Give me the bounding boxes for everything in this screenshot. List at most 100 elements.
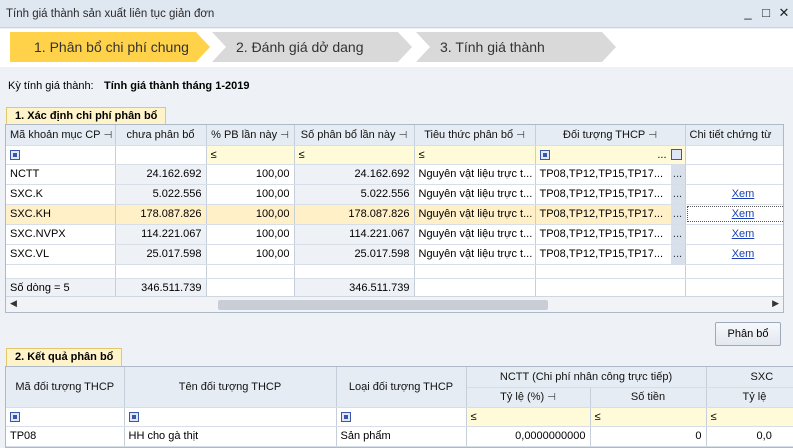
cell-rate[interactable]: 0,0000000000	[466, 426, 591, 447]
horizontal-scrollbar[interactable]: ◀ ▶	[6, 296, 783, 312]
filter-cell[interactable]	[6, 407, 125, 427]
allocation-result-grid[interactable]: Mã đối tượng THCP Tên đối tượng THCP Loạ…	[5, 366, 793, 448]
cell-amount: 5.022.556	[294, 184, 415, 205]
cell-criteria[interactable]: Nguyên vật liệu trực t...	[414, 244, 536, 265]
table-row[interactable]: SXC.K 5.022.556 100,00 5.022.556 Nguyên …	[6, 184, 783, 205]
step-calculate-cost[interactable]: 3. Tính giá thành	[416, 32, 616, 62]
col-header-group-sxc[interactable]: SXC	[706, 367, 793, 388]
filter-icon[interactable]	[10, 411, 20, 422]
cell-criteria[interactable]: Nguyên vật liệu trực t...	[414, 164, 536, 185]
cell-criteria[interactable]: Nguyên vật liệu trực t...	[414, 204, 536, 225]
filter-icon[interactable]	[128, 411, 139, 422]
cell-amount: 114.221.067	[294, 224, 415, 245]
cell-percent[interactable]: 100,00	[206, 204, 295, 225]
cell-objects[interactable]: TP08,TP12,TP15,TP17......	[535, 184, 686, 205]
clear-filter-icon[interactable]	[670, 148, 682, 160]
filter-cell[interactable]	[685, 145, 783, 165]
table-row[interactable]: TP08 HH cho gà thịt Sản phẩm 0,000000000…	[6, 426, 793, 447]
more-button[interactable]: ...	[670, 224, 684, 243]
cell-code: SXC.K	[6, 184, 116, 205]
filter-cell[interactable]	[115, 145, 207, 165]
cell-amount: 24.162.692	[294, 164, 415, 185]
cell-rate-2[interactable]: 0,0	[706, 426, 793, 447]
more-icon[interactable]: ...	[657, 149, 666, 161]
col-header-voucher-detail[interactable]: Chi tiết chứng từ	[685, 125, 783, 146]
cell-objects[interactable]: TP08,TP12,TP15,TP17......	[535, 204, 686, 225]
step-allocate-overhead[interactable]: 1. Phân bổ chi phí chung	[10, 32, 210, 62]
cell-percent[interactable]: 100,00	[206, 244, 295, 265]
cell-amount[interactable]: 0	[590, 426, 707, 447]
pin-icon[interactable]: ⊣	[547, 392, 556, 403]
close-button[interactable]: ✕	[775, 4, 793, 22]
more-button[interactable]: ...	[670, 204, 684, 223]
cell-percent[interactable]: 100,00	[206, 224, 295, 245]
summary-row: Số dòng = 5 346.511.739 346.511.739	[6, 277, 783, 299]
col-header-amount[interactable]: Số phân bổ lần này ⊣	[294, 125, 415, 146]
col-header-criteria[interactable]: Tiêu thức phân bổ ⊣	[414, 125, 536, 146]
cell-link[interactable]	[685, 164, 783, 185]
pin-icon[interactable]: ⊣	[399, 130, 408, 141]
view-link[interactable]: Xem	[685, 224, 783, 245]
step-label: 2. Đánh giá dở dang	[236, 39, 364, 55]
filter-cell[interactable]: ≤	[706, 407, 793, 427]
cell-percent[interactable]: 100,00	[206, 184, 295, 205]
filter-cell[interactable]	[124, 407, 337, 427]
filter-icon[interactable]	[539, 149, 550, 160]
step-label: 3. Tính giá thành	[440, 39, 545, 55]
filter-cell[interactable]	[6, 145, 116, 165]
scroll-left-icon[interactable]: ◀	[10, 298, 17, 309]
view-link[interactable]: Xem	[685, 184, 783, 205]
col-header-object-type[interactable]: Loại đối tượng THCP	[336, 367, 467, 408]
filter-row: ≤ ≤ ≤ ...	[6, 145, 783, 165]
allocate-button[interactable]: Phân bổ	[715, 322, 781, 346]
filter-icon[interactable]	[10, 149, 20, 160]
filter-cell[interactable]	[336, 407, 467, 427]
table-row[interactable]: SXC.NVPX 114.221.067 100,00 114.221.067 …	[6, 224, 783, 245]
filter-icon[interactable]	[340, 411, 351, 422]
step-evaluate-wip[interactable]: 2. Đánh giá dở dang	[212, 32, 412, 62]
more-button[interactable]: ...	[670, 184, 684, 203]
table-row-selected[interactable]: SXC.KH 178.087.826 100,00 178.087.826 Ng…	[6, 204, 783, 225]
cell-amount: 25.017.598	[294, 244, 415, 265]
minimize-button[interactable]: _	[739, 4, 757, 22]
col-header-object-code[interactable]: Mã đối tượng THCP	[6, 367, 125, 408]
filter-cell[interactable]: ...	[535, 145, 686, 165]
col-header-group-nctt[interactable]: NCTT (Chi phí nhân công trực tiếp)	[466, 367, 707, 388]
col-header-unallocated[interactable]: chưa phân bổ	[115, 125, 207, 146]
total-unallocated: 346.511.739	[115, 277, 207, 299]
cell-objects[interactable]: TP08,TP12,TP15,TP17......	[535, 244, 686, 265]
pin-icon[interactable]: ⊣	[648, 130, 657, 141]
view-link[interactable]: Xem	[685, 204, 783, 225]
cost-allocation-table: Mã khoản mục CP ⊣ chưa phân bổ % PB lần n…	[6, 125, 783, 299]
cell-unallocated: 178.087.826	[115, 204, 207, 225]
cell-objects[interactable]: TP08,TP12,TP15,TP17......	[535, 164, 686, 185]
cell-objects[interactable]: TP08,TP12,TP15,TP17......	[535, 224, 686, 245]
filter-cell[interactable]: ≤	[590, 407, 707, 427]
cell-percent[interactable]: 100,00	[206, 164, 295, 185]
filter-cell[interactable]: ≤	[206, 145, 295, 165]
col-header-percent[interactable]: % PB lần này ⊣	[206, 125, 295, 146]
col-header-rate-2[interactable]: Tỷ lệ	[706, 387, 793, 408]
pin-icon[interactable]: ⊣	[516, 130, 525, 141]
col-header-amount[interactable]: Số tiền	[590, 387, 707, 408]
table-row[interactable]: NCTT 24.162.692 100,00 24.162.692 Nguyên…	[6, 164, 783, 185]
table-row[interactable]: SXC.VL 25.017.598 100,00 25.017.598 Nguy…	[6, 244, 783, 265]
pin-icon[interactable]: ⊣	[103, 130, 112, 141]
col-header-object-name[interactable]: Tên đối tượng THCP	[124, 367, 337, 408]
cell-criteria[interactable]: Nguyên vật liệu trực t...	[414, 224, 536, 245]
more-button[interactable]: ...	[670, 244, 684, 263]
filter-cell[interactable]: ≤	[294, 145, 415, 165]
scrollbar-thumb[interactable]	[218, 300, 548, 310]
filter-cell[interactable]: ≤	[414, 145, 536, 165]
view-link[interactable]: Xem	[685, 244, 783, 265]
col-header-code[interactable]: Mã khoản mục CP ⊣	[6, 125, 116, 146]
pin-icon[interactable]: ⊣	[280, 130, 289, 141]
col-header-objects[interactable]: Đối tượng THCP ⊣	[535, 125, 686, 146]
col-header-rate[interactable]: Tỷ lệ (%) ⊣	[466, 387, 591, 408]
cell-criteria[interactable]: Nguyên vật liệu trực t...	[414, 184, 536, 205]
maximize-button[interactable]: □	[757, 4, 775, 22]
cost-allocation-grid[interactable]: Mã khoản mục CP ⊣ chưa phân bổ % PB lần n…	[5, 124, 784, 313]
filter-cell[interactable]: ≤	[466, 407, 591, 427]
scroll-right-icon[interactable]: ▶	[772, 298, 779, 309]
more-button[interactable]: ...	[670, 164, 684, 183]
